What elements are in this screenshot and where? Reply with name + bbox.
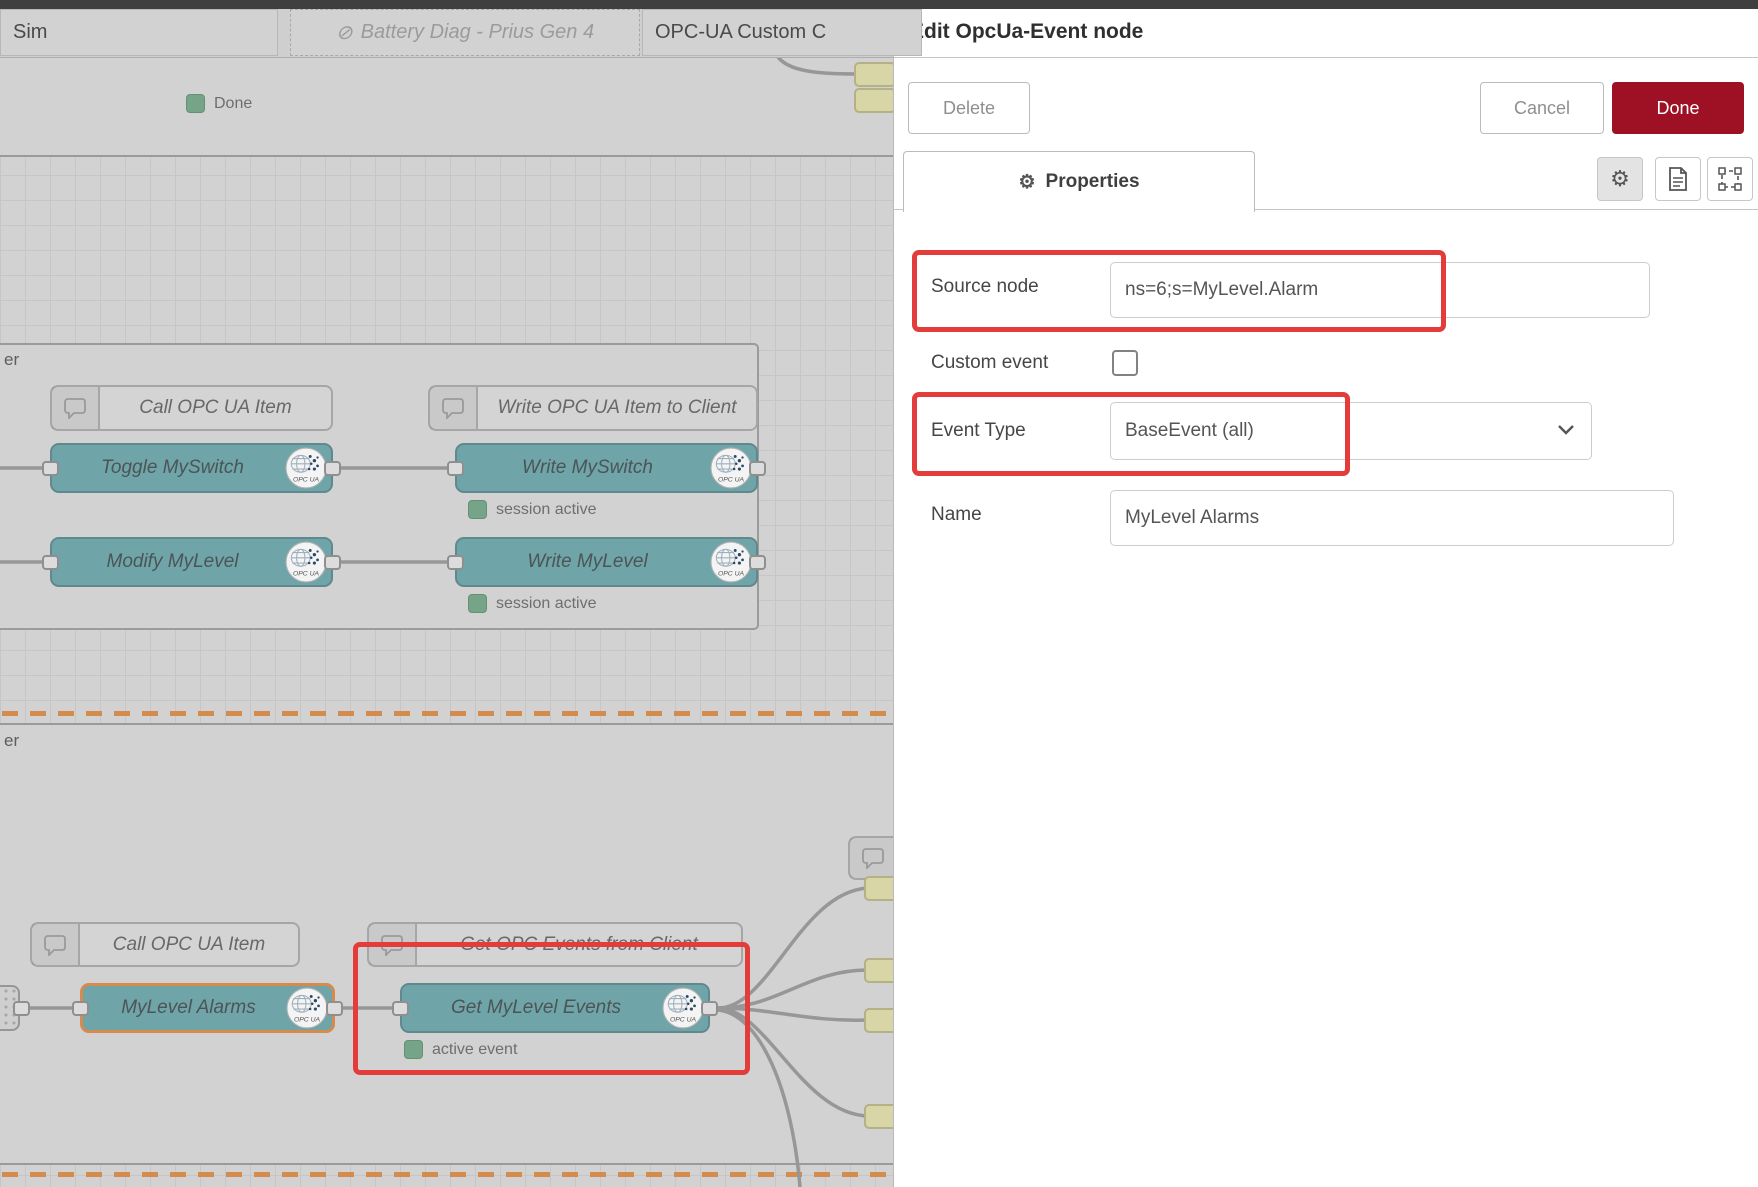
node-write-mylevel[interactable]: Write MyLevel OPC UA <box>455 537 758 587</box>
group-selection-dash-top <box>0 711 893 716</box>
tab-sim[interactable]: Sim <box>0 9 278 56</box>
port[interactable] <box>749 555 766 570</box>
tab-battery-diag[interactable]: ⊘ Battery Diag - Prius Gen 4 <box>290 9 640 56</box>
comment-node[interactable]: Write OPC UA Item to Client <box>428 385 758 431</box>
custom-event-checkbox[interactable] <box>1112 350 1138 376</box>
workspace-tabbar: Sim ⊘ Battery Diag - Prius Gen 4 OPC-UA … <box>0 9 893 58</box>
port[interactable] <box>447 461 464 476</box>
hidden-node-stub[interactable] <box>864 1104 893 1129</box>
status-dot-icon <box>186 94 205 113</box>
name-label: Name <box>931 504 982 526</box>
name-input[interactable] <box>1110 490 1674 546</box>
description-icon-button[interactable] <box>1655 157 1701 201</box>
gear-icon: ⚙ <box>1018 171 1035 194</box>
edit-properties-icon-button[interactable]: ⚙ <box>1597 157 1643 201</box>
tab-label: Sim <box>13 21 47 44</box>
session-status: session active <box>468 500 597 519</box>
tab-label: OPC-UA Custom C <box>655 21 826 44</box>
appearance-icon-button[interactable] <box>1707 157 1753 201</box>
comment-label: Write OPC UA Item to Client <box>478 387 756 429</box>
node-toggle-myswitch[interactable]: Toggle MySwitch OPC UA <box>50 443 333 493</box>
document-icon <box>1668 167 1688 191</box>
session-status-label: session active <box>496 501 597 519</box>
port[interactable] <box>42 555 59 570</box>
group-selection-dash-bottom <box>0 1172 893 1177</box>
port[interactable] <box>13 1001 30 1016</box>
annotation-box-source-node <box>912 250 1446 332</box>
node-label: Toggle MySwitch <box>101 457 244 479</box>
selection-frame-icon <box>1718 167 1742 191</box>
cancel-button[interactable]: Cancel <box>1480 82 1604 134</box>
hidden-node-stub[interactable] <box>864 1008 893 1033</box>
comment-node[interactable]: Call OPC UA Item <box>30 922 300 967</box>
opcua-badge-icon: OPC UA <box>285 447 327 489</box>
node-label: Write MyLevel <box>527 551 647 573</box>
opcua-badge-icon: OPC UA <box>710 447 752 489</box>
tab-opcua-custom[interactable]: OPC-UA Custom C <box>642 9 922 56</box>
comment-bubble-icon <box>850 838 893 878</box>
done-button[interactable]: Done <box>1612 82 1744 134</box>
comment-label: Call OPC UA Item <box>80 924 298 965</box>
comment-bubble-icon <box>430 387 478 429</box>
opcua-badge-icon: OPC UA <box>710 541 752 583</box>
header-strip <box>0 0 1758 9</box>
comment-bubble-icon <box>32 924 80 965</box>
port[interactable] <box>324 461 341 476</box>
chevron-down-icon <box>1557 420 1575 442</box>
opcua-badge-icon: OPC UA <box>285 541 327 583</box>
node-label: MyLevel Alarms <box>121 997 255 1019</box>
port[interactable] <box>324 555 341 570</box>
annotation-box-get-events <box>353 942 750 1075</box>
delete-button-label: Delete <box>943 98 995 119</box>
delete-button[interactable]: Delete <box>908 82 1030 134</box>
properties-tab-label: Properties <box>1046 171 1140 193</box>
status-dot-icon <box>468 594 487 613</box>
group-upper-label: er <box>4 350 19 370</box>
svg-text:OPC UA: OPC UA <box>293 571 320 578</box>
svg-text:OPC UA: OPC UA <box>294 1017 321 1024</box>
comment-node[interactable]: Call OPC UA Item <box>50 385 333 431</box>
hidden-node-stub[interactable] <box>854 62 893 87</box>
node-red-window: er er Done <box>0 0 1758 1187</box>
hidden-node-stub[interactable] <box>864 958 893 983</box>
port[interactable] <box>42 461 59 476</box>
node-modify-mylevel[interactable]: Modify MyLevel OPC UA <box>50 537 333 587</box>
comment-node[interactable] <box>848 836 893 880</box>
node-mylevel-alarms[interactable]: MyLevel Alarms OPC UA <box>80 983 335 1033</box>
cancel-button-label: Cancel <box>1514 98 1570 119</box>
tab-label: Battery Diag - Prius Gen 4 <box>361 21 594 44</box>
node-label: Write MySwitch <box>522 457 653 479</box>
port[interactable] <box>326 1001 343 1016</box>
comment-bubble-icon <box>52 387 100 429</box>
status-dot-icon <box>468 500 487 519</box>
node-label: Modify MyLevel <box>107 551 239 573</box>
tab-properties[interactable]: ⚙ Properties <box>903 151 1255 212</box>
comment-label: Call OPC UA Item <box>100 387 331 429</box>
custom-event-label: Custom event <box>931 352 1048 374</box>
group-lower-label: er <box>4 731 19 751</box>
flow-canvas[interactable]: er er Done <box>0 0 893 1187</box>
port[interactable] <box>749 461 766 476</box>
done-status: Done <box>186 94 252 113</box>
edit-panel: Edit OpcUa-Event node Delete Cancel Done… <box>893 0 1758 1187</box>
done-button-label: Done <box>1656 98 1699 119</box>
annotation-box-event-type <box>912 392 1350 476</box>
node-write-myswitch[interactable]: Write MySwitch OPC UA <box>455 443 758 493</box>
hidden-node-stub[interactable] <box>854 88 893 113</box>
opcua-badge-icon: OPC UA <box>286 987 328 1029</box>
svg-text:OPC UA: OPC UA <box>718 477 745 484</box>
done-status-label: Done <box>214 95 252 113</box>
disabled-flow-icon: ⊘ <box>336 20 353 45</box>
gear-icon: ⚙ <box>1610 166 1630 192</box>
port[interactable] <box>72 1001 89 1016</box>
hidden-node-stub[interactable] <box>864 876 893 901</box>
svg-text:OPC UA: OPC UA <box>718 571 745 578</box>
session-status: session active <box>468 594 597 613</box>
divider <box>894 57 1758 58</box>
session-status-label: session active <box>496 595 597 613</box>
edit-panel-title: Edit OpcUa-Event node <box>910 20 1143 44</box>
port[interactable] <box>447 555 464 570</box>
svg-text:OPC UA: OPC UA <box>293 477 320 484</box>
